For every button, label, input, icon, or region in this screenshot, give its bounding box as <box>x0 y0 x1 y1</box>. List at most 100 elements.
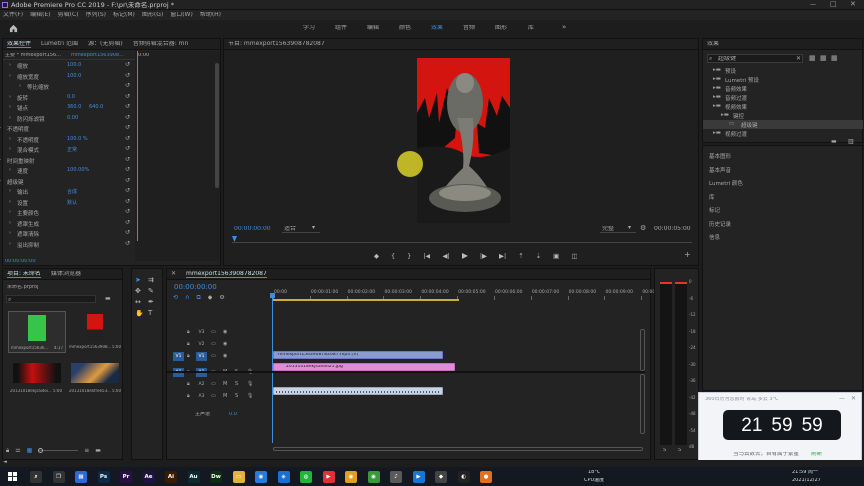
playhead-head[interactable] <box>270 293 275 298</box>
compare-icon[interactable]: ◫ <box>571 253 577 260</box>
menu-window[interactable]: 窗口(W) <box>170 12 193 18</box>
ec-property-value[interactable]: 100.0 <box>67 62 81 68</box>
quality-dropdown[interactable]: 完整 ▾ <box>600 224 636 233</box>
reset-icon[interactable]: ↺ <box>125 114 130 121</box>
track-lock-icon[interactable]: 🔒︎ <box>187 341 190 347</box>
ec-toggle-icon[interactable]: › <box>9 241 11 247</box>
effects-title[interactable]: 效果 <box>707 41 719 47</box>
workspace-assembly[interactable]: 组件 <box>335 25 347 31</box>
ec-toggle-icon[interactable]: › <box>19 83 21 89</box>
close-icon[interactable]: ✕ <box>851 396 856 402</box>
section-4-label[interactable]: 标记 <box>709 206 720 214</box>
ec-property-value[interactable]: 360.0 <box>67 104 81 110</box>
solo-right[interactable]: S <box>678 448 681 453</box>
source-patch[interactable]: V1 <box>173 352 184 361</box>
tab-project[interactable]: 项目: 未命名 <box>7 271 41 278</box>
reset-icon[interactable]: ↺ <box>125 103 130 110</box>
mute-icon[interactable]: M <box>223 393 227 399</box>
section-1-label[interactable]: 基本声音 <box>709 166 731 174</box>
effects-search-box[interactable]: ⌕ 超级键 ✕ <box>707 54 803 63</box>
workspace-graphics[interactable]: 图形 <box>495 25 507 31</box>
reset-icon[interactable]: ↺ <box>125 93 130 100</box>
ec-property-value[interactable]: 正常 <box>67 146 77 153</box>
lift-icon[interactable]: ⇡ <box>518 253 523 260</box>
linked-icon[interactable]: ⧉ <box>196 295 200 301</box>
reset-icon[interactable]: ↺ <box>125 145 130 152</box>
video-icon[interactable]: ▶ <box>412 471 425 483</box>
tab-effect-controls[interactable]: 效果控件 <box>7 41 32 48</box>
menu-edit[interactable]: 编辑(E) <box>30 12 50 18</box>
workspace-learn[interactable]: 学习 <box>303 25 315 31</box>
ec-toggle-icon[interactable]: › <box>0 125 1 131</box>
game-icon[interactable]: ◆ <box>435 471 447 483</box>
mark-in-icon[interactable]: { <box>391 253 395 260</box>
chrome-alt-icon[interactable]: ◉ <box>345 471 357 483</box>
reset-icon[interactable]: ↺ <box>125 82 130 89</box>
app-icon-blue[interactable]: ◈ <box>277 471 290 483</box>
timeline-v-scroll-video[interactable] <box>640 329 645 371</box>
menu-help[interactable]: 帮助(H) <box>200 12 221 18</box>
media-icon[interactable]: ▶ <box>322 471 335 483</box>
explorer-icon[interactable]: ▭ <box>232 471 245 483</box>
program-scrub-bar[interactable] <box>232 236 692 243</box>
nest-icon[interactable]: ⟲ <box>173 295 178 301</box>
reset-icon[interactable]: ↺ <box>125 166 130 173</box>
track-sync-icon[interactable]: ▭ <box>211 393 216 399</box>
ec-toggle-icon[interactable]: › <box>0 178 1 184</box>
sequence-clip-label[interactable]: mmexport1563908... <box>71 53 124 58</box>
reset-icon[interactable]: ↺ <box>125 208 130 215</box>
new-bin-icon[interactable]: ▬ <box>105 296 111 302</box>
solo-left[interactable]: S <box>663 448 666 453</box>
track-select-icon[interactable]: ⇉ <box>148 277 161 284</box>
effects-tree-item[interactable]: ▸▬ 音频过渡 <box>703 93 863 102</box>
workspace-audio[interactable]: 音频 <box>463 25 475 31</box>
ec-toggle-icon[interactable]: › <box>9 230 11 236</box>
track-lock-icon[interactable]: 🔒︎ <box>187 393 190 399</box>
reset-icon[interactable]: ↺ <box>125 177 130 184</box>
track-label[interactable]: V2 <box>196 340 207 349</box>
hand-tool-icon[interactable]: ✋ <box>135 310 148 317</box>
wechat-icon[interactable]: ◍ <box>300 471 312 483</box>
master-clip-label[interactable]: 主要 * mmexport156... <box>5 53 61 58</box>
ec-property-value[interactable]: 默认 <box>67 199 77 206</box>
zoom-slider[interactable] <box>38 448 79 453</box>
premiere-icon[interactable]: Pr <box>120 471 132 483</box>
workspace-more[interactable]: » <box>562 24 566 31</box>
windows-start-icon[interactable] <box>8 472 17 481</box>
reset-icon[interactable]: ↺ <box>125 198 130 205</box>
go-to-out-icon[interactable]: ▶| <box>499 253 506 260</box>
go-to-in-icon[interactable]: |◀ <box>423 253 430 260</box>
ec-property-value[interactable]: 100.0 <box>67 73 81 79</box>
effects-tree-item[interactable]: ▸▬ 音频效果 <box>703 84 863 93</box>
mic-icon[interactable]: 🎙︎ <box>247 393 253 399</box>
marker-icon[interactable]: ◆ <box>374 253 379 260</box>
menu-marker[interactable]: 标记(M) <box>113 12 135 18</box>
ec-toggle-icon[interactable]: › <box>0 157 1 163</box>
menu-graphics[interactable]: 图形(G) <box>142 12 163 18</box>
add-button-icon[interactable]: + <box>684 251 691 259</box>
track-sync-icon[interactable]: ▭ <box>211 329 216 335</box>
chrome-alt2-icon[interactable]: ◉ <box>367 471 380 483</box>
photoshop-icon[interactable]: Ps <box>97 471 110 483</box>
yuv-effects-icon[interactable]: ▦ <box>831 55 838 62</box>
add-marker-icon[interactable]: ◆ <box>208 295 213 301</box>
solo-icon[interactable]: S <box>235 381 238 387</box>
menu-sequence[interactable]: 序列(S) <box>86 12 107 18</box>
project-item-2[interactable]: mmexport1563908... 5:00 <box>69 311 121 353</box>
ec-property-value[interactable]: 100.00% <box>67 167 89 173</box>
clip-image-v1[interactable]: 20131018ekjsaidoi21.jpg <box>273 363 455 371</box>
track-label[interactable]: A2 <box>196 380 207 389</box>
step-back-icon[interactable]: ◀| <box>442 253 449 260</box>
mute-icon[interactable]: M <box>223 381 227 387</box>
effects-tree-item[interactable]: ▭ 超级键 <box>703 120 863 129</box>
step-forward-icon[interactable]: |▶ <box>480 253 487 260</box>
track-sync-icon[interactable]: ▭ <box>211 341 216 347</box>
ec-toggle-icon[interactable]: › <box>9 199 11 205</box>
selection-tool-icon[interactable]: ➤ <box>135 277 148 284</box>
new-item-icon[interactable]: ▬ <box>95 448 101 454</box>
effects-tree-item[interactable]: ▸▬ 视频过渡 <box>703 129 863 138</box>
workspace-color[interactable]: 颜色 <box>399 25 411 31</box>
effects-tree-item[interactable]: ▸▬ Lumetri 预设 <box>703 75 863 84</box>
ec-toggle-icon[interactable]: › <box>9 188 11 194</box>
ripple-edit-icon[interactable]: ✥ <box>135 288 148 295</box>
